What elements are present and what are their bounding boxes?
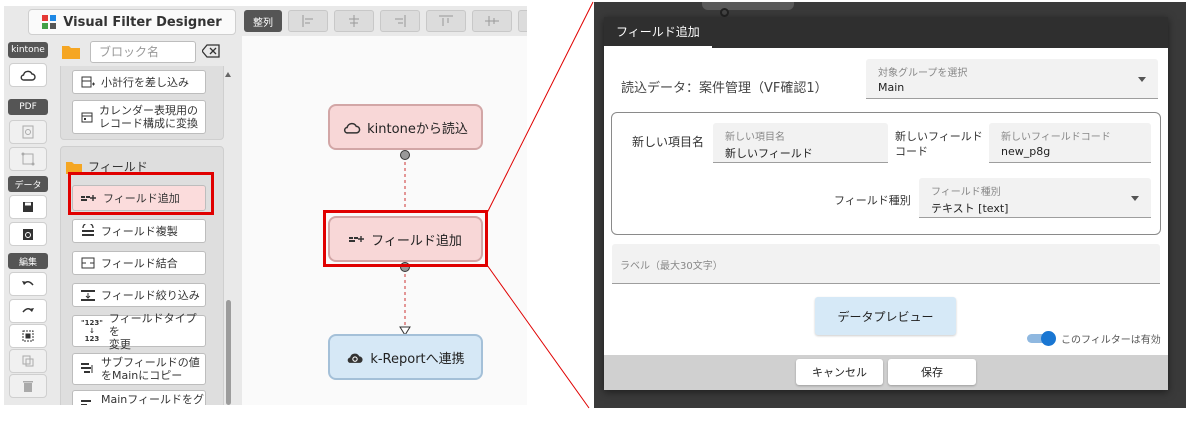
toggle-knob <box>1041 331 1056 346</box>
screenshot-root: Visual Filter Designer 整列 kintone PDF デー… <box>0 0 1199 429</box>
label-placeholder: ラベル（最大30文字） <box>620 261 723 272</box>
read-data-label: 読込データ：案件管理（VF確認1） <box>621 81 828 96</box>
target-group-label: 対象グループを選択 <box>878 68 968 79</box>
dialog-header: フィールド追加 <box>604 17 1168 48</box>
new-code-field-label: 新しいフィールドコード <box>1001 132 1111 143</box>
field-type-label: フィールド種別 <box>834 194 911 207</box>
background-node-edge <box>702 2 794 10</box>
data-preview-button[interactable]: データプレビュー <box>815 297 956 335</box>
filter-enabled-label: このフィルターは有効 <box>1061 335 1161 346</box>
dialog-screenshot: フィールド追加 読込データ：案件管理（VF確認1） 対象グループを選択 Main… <box>594 2 1186 408</box>
field-type-field-label: フィールド種別 <box>931 187 1001 198</box>
new-field-code-input[interactable]: 新しいフィールドコード new_p8g <box>989 123 1151 163</box>
target-group-select[interactable]: 対象グループを選択 Main <box>866 59 1158 99</box>
dialog-tab[interactable]: フィールド追加 <box>604 17 712 48</box>
background-connector-dot <box>720 8 729 17</box>
new-item-name-input[interactable]: 新しい項目名 新しいフィールド <box>713 123 888 163</box>
field-type-select[interactable]: フィールド種別 テキスト [text] <box>919 178 1151 218</box>
new-code-label: 新しいフィールド コード <box>895 130 983 158</box>
target-group-value: Main <box>878 81 905 94</box>
new-field-group: 新しい項目名 新しい項目名 新しいフィールド 新しいフィールド コード 新しいフ… <box>611 112 1161 235</box>
new-code-value: new_p8g <box>1001 145 1051 158</box>
new-item-value: 新しいフィールド <box>725 147 813 160</box>
field-type-value: テキスト [text] <box>931 202 1009 215</box>
field-add-dialog: フィールド追加 読込データ：案件管理（VF確認1） 対象グループを選択 Main… <box>604 17 1168 390</box>
save-button[interactable]: 保存 <box>888 359 976 385</box>
dropdown-arrow-icon <box>1138 77 1146 82</box>
cancel-button[interactable]: キャンセル <box>796 359 883 385</box>
filter-enabled-toggle[interactable] <box>1027 331 1056 346</box>
dialog-footer: キャンセル 保存 <box>604 355 1168 390</box>
new-item-field-label: 新しい項目名 <box>725 132 785 143</box>
new-item-label: 新しい項目名 <box>632 135 705 149</box>
dropdown-arrow-icon <box>1131 196 1139 201</box>
label-input[interactable]: ラベル（最大30文字） <box>612 244 1160 284</box>
